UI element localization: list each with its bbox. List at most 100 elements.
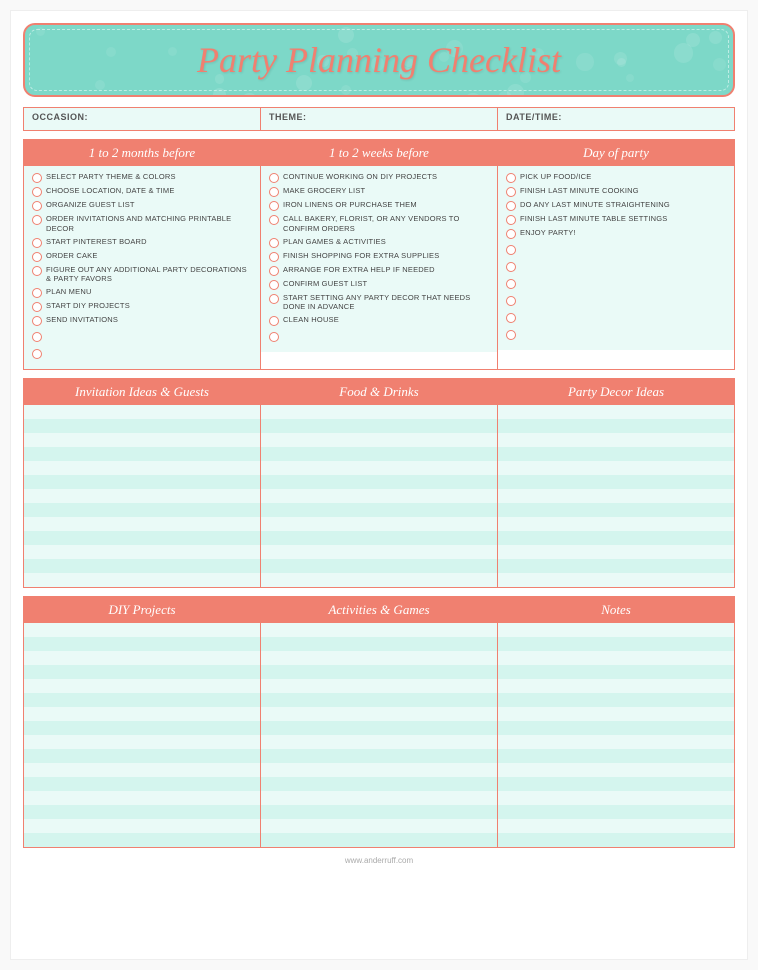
- check-circle[interactable]: [269, 316, 279, 326]
- stripe-row: [261, 559, 497, 573]
- check-circle-empty[interactable]: [32, 332, 42, 342]
- stripe-row: [24, 707, 260, 721]
- check-item: IRON LINENS OR PURCHASE THEM: [269, 200, 489, 211]
- stripe-row: [498, 623, 734, 637]
- stripe-row: [498, 749, 734, 763]
- stripe-row: [24, 651, 260, 665]
- check-circle[interactable]: [506, 201, 516, 211]
- stripe-row: [498, 665, 734, 679]
- check-circle-empty[interactable]: [506, 313, 516, 323]
- check-item: SELECT PARTY THEME & COLORS: [32, 172, 252, 183]
- stripe-row: [261, 531, 497, 545]
- section-body: [24, 405, 260, 587]
- stripe-row: [24, 517, 260, 531]
- stripe-row: [261, 833, 497, 847]
- check-circle-empty[interactable]: [269, 332, 279, 342]
- stripe-row: [498, 461, 734, 475]
- section-box: Food & Drinks: [261, 379, 498, 587]
- check-empty: [32, 346, 252, 360]
- check-circle[interactable]: [32, 187, 42, 197]
- check-circle-empty[interactable]: [32, 349, 42, 359]
- stripe-row: [498, 819, 734, 833]
- check-item: FIGURE OUT ANY ADDITIONAL PARTY DECORATI…: [32, 265, 252, 285]
- check-text: PICK UP FOOD/ICE: [520, 172, 591, 182]
- check-circle-empty[interactable]: [506, 262, 516, 272]
- check-item: SEND INVITATIONS: [32, 315, 252, 326]
- stripe-row: [24, 503, 260, 517]
- stripe-row: [24, 623, 260, 637]
- check-circle[interactable]: [32, 316, 42, 326]
- stripe-row: [24, 475, 260, 489]
- check-text: IRON LINENS OR PURCHASE THEM: [283, 200, 417, 210]
- stripe-row: [261, 489, 497, 503]
- stripe-row: [261, 503, 497, 517]
- stripe-row: [498, 805, 734, 819]
- check-circle[interactable]: [269, 252, 279, 262]
- check-circle[interactable]: [32, 266, 42, 276]
- check-empty: [506, 276, 726, 290]
- check-item: PLAN GAMES & ACTIVITIES: [269, 237, 489, 248]
- section-body: [498, 405, 734, 587]
- section-box: Activities & Games: [261, 597, 498, 847]
- check-circle[interactable]: [32, 252, 42, 262]
- stripe-row: [261, 707, 497, 721]
- stripe-row: [498, 531, 734, 545]
- stripe-row: [24, 749, 260, 763]
- check-circle[interactable]: [506, 215, 516, 225]
- check-item: FINISH SHOPPING FOR EXTRA SUPPLIES: [269, 251, 489, 262]
- col-weeks-header: 1 to 2 weeks before: [261, 140, 497, 166]
- check-text: CLEAN HOUSE: [283, 315, 339, 325]
- check-circle[interactable]: [32, 201, 42, 211]
- sections-row-middle: Invitation Ideas & GuestsFood & DrinksPa…: [23, 378, 735, 588]
- stripe-row: [261, 777, 497, 791]
- check-item: ORGANIZE GUEST LIST: [32, 200, 252, 211]
- stripe-row: [261, 447, 497, 461]
- check-circle[interactable]: [506, 173, 516, 183]
- check-circle[interactable]: [269, 187, 279, 197]
- section-header: DIY Projects: [24, 597, 260, 623]
- stripe-row: [261, 791, 497, 805]
- check-circle[interactable]: [32, 288, 42, 298]
- stripe-row: [261, 679, 497, 693]
- section-body: [261, 623, 497, 847]
- check-circle[interactable]: [269, 215, 279, 225]
- check-circle-empty[interactable]: [506, 279, 516, 289]
- check-circle[interactable]: [269, 173, 279, 183]
- check-text: SELECT PARTY THEME & COLORS: [46, 172, 176, 182]
- stripe-row: [498, 475, 734, 489]
- check-circle[interactable]: [506, 229, 516, 239]
- stripe-row: [261, 805, 497, 819]
- check-circle[interactable]: [269, 266, 279, 276]
- check-item: CONTINUE WORKING ON DIY PROJECTS: [269, 172, 489, 183]
- section-header: Notes: [498, 597, 734, 623]
- check-item: START SETTING ANY PARTY DECOR THAT NEEDS…: [269, 293, 489, 313]
- stripe-row: [498, 707, 734, 721]
- check-text: ARRANGE FOR EXTRA HELP IF NEEDED: [283, 265, 435, 275]
- check-circle-empty[interactable]: [506, 330, 516, 340]
- page-title: Party Planning Checklist: [35, 39, 723, 81]
- check-circle[interactable]: [32, 302, 42, 312]
- stripe-row: [24, 573, 260, 587]
- stripe-row: [24, 405, 260, 419]
- col-months: 1 to 2 months before SELECT PARTY THEME …: [24, 140, 261, 369]
- check-circle[interactable]: [269, 280, 279, 290]
- check-circle-empty[interactable]: [506, 245, 516, 255]
- stripe-row: [498, 517, 734, 531]
- check-text: SEND INVITATIONS: [46, 315, 118, 325]
- stripe-row: [498, 503, 734, 517]
- checklist-top: 1 to 2 months before SELECT PARTY THEME …: [23, 139, 735, 370]
- check-circle[interactable]: [269, 294, 279, 304]
- stripe-row: [498, 447, 734, 461]
- check-circle[interactable]: [269, 238, 279, 248]
- check-item: ORDER CAKE: [32, 251, 252, 262]
- check-circle-empty[interactable]: [506, 296, 516, 306]
- check-circle[interactable]: [506, 187, 516, 197]
- check-empty: [32, 329, 252, 343]
- check-circle[interactable]: [269, 201, 279, 211]
- stripe-row: [261, 573, 497, 587]
- check-item: CLEAN HOUSE: [269, 315, 489, 326]
- check-circle[interactable]: [32, 215, 42, 225]
- check-circle[interactable]: [32, 238, 42, 248]
- check-circle[interactable]: [32, 173, 42, 183]
- stripe-row: [261, 545, 497, 559]
